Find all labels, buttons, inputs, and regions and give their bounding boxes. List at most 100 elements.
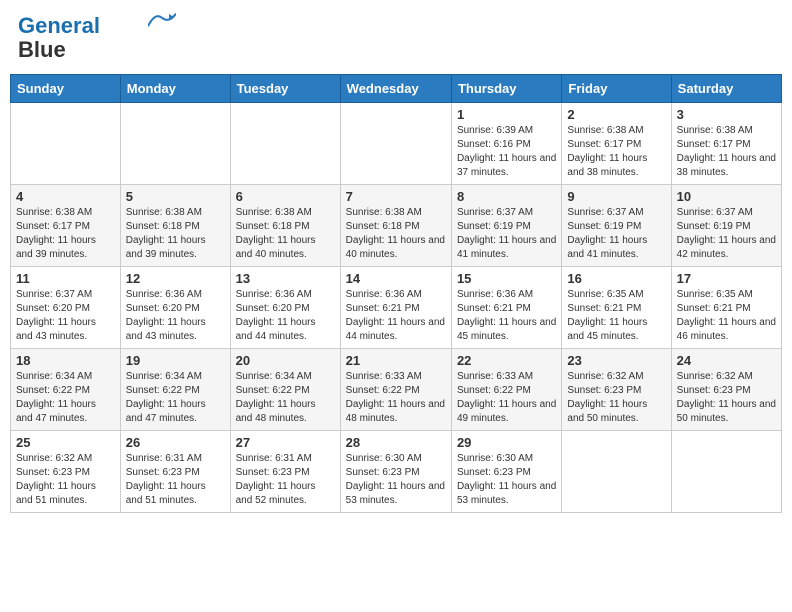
calendar-day-cell: 3 Sunrise: 6:38 AMSunset: 6:17 PMDaylight… <box>671 103 781 185</box>
day-sun-info: Sunrise: 6:38 AMSunset: 6:17 PMDaylight:… <box>677 124 776 180</box>
day-sun-info: Sunrise: 6:30 AMSunset: 6:23 PMDaylight:… <box>457 452 556 508</box>
day-number: 25 <box>16 435 115 450</box>
day-number: 19 <box>126 353 225 368</box>
calendar-day-cell: 28 Sunrise: 6:30 AMSunset: 6:23 PMDayligh… <box>340 431 451 513</box>
calendar-day-cell: 15 Sunrise: 6:36 AMSunset: 6:21 PMDayligh… <box>451 267 561 349</box>
day-sun-info: Sunrise: 6:36 AMSunset: 6:21 PMDaylight:… <box>346 288 446 344</box>
day-number: 1 <box>457 107 556 122</box>
calendar-week-row: 1 Sunrise: 6:39 AMSunset: 6:16 PMDaylight… <box>11 103 782 185</box>
calendar-week-row: 18 Sunrise: 6:34 AMSunset: 6:22 PMDayligh… <box>11 349 782 431</box>
day-sun-info: Sunrise: 6:32 AMSunset: 6:23 PMDaylight:… <box>677 370 776 426</box>
weekday-header-wednesday: Wednesday <box>340 75 451 103</box>
calendar-day-cell: 19 Sunrise: 6:34 AMSunset: 6:22 PMDayligh… <box>120 349 230 431</box>
day-sun-info: Sunrise: 6:38 AMSunset: 6:18 PMDaylight:… <box>126 206 225 262</box>
calendar-day-cell <box>11 103 121 185</box>
day-number: 27 <box>236 435 335 450</box>
day-number: 28 <box>346 435 446 450</box>
day-sun-info: Sunrise: 6:37 AMSunset: 6:19 PMDaylight:… <box>677 206 776 262</box>
day-number: 4 <box>16 189 115 204</box>
day-number: 24 <box>677 353 776 368</box>
calendar-day-cell: 16Sunrise: 6:35 AMSunset: 6:21 PMDayligh… <box>562 267 671 349</box>
day-sun-info: Sunrise: 6:38 AMSunset: 6:18 PMDaylight:… <box>236 206 335 262</box>
weekday-header-saturday: Saturday <box>671 75 781 103</box>
calendar-day-cell: 29 Sunrise: 6:30 AMSunset: 6:23 PMDayligh… <box>451 431 561 513</box>
day-number: 11 <box>16 271 115 286</box>
weekday-header-monday: Monday <box>120 75 230 103</box>
day-sun-info: Sunrise: 6:31 AMSunset: 6:23 PMDaylight:… <box>126 452 225 508</box>
day-sun-info: Sunrise: 6:36 AMSunset: 6:20 PMDaylight:… <box>236 288 335 344</box>
calendar-day-cell <box>230 103 340 185</box>
day-sun-info: Sunrise: 6:36 AMSunset: 6:20 PMDaylight:… <box>126 288 225 344</box>
day-number: 18 <box>16 353 115 368</box>
day-number: 8 <box>457 189 556 204</box>
day-sun-info: Sunrise: 6:37 AMSunset: 6:20 PMDaylight:… <box>16 288 115 344</box>
calendar-day-cell <box>671 431 781 513</box>
calendar-week-row: 11 Sunrise: 6:37 AMSunset: 6:20 PMDayligh… <box>11 267 782 349</box>
day-number: 6 <box>236 189 335 204</box>
day-number: 29 <box>457 435 556 450</box>
calendar-day-cell: 7Sunrise: 6:38 AMSunset: 6:18 PMDaylight… <box>340 185 451 267</box>
calendar-day-cell: 10 Sunrise: 6:37 AMSunset: 6:19 PMDayligh… <box>671 185 781 267</box>
day-number: 12 <box>126 271 225 286</box>
calendar-day-cell: 4Sunrise: 6:38 AMSunset: 6:17 PMDaylight… <box>11 185 121 267</box>
calendar-day-cell: 11 Sunrise: 6:37 AMSunset: 6:20 PMDayligh… <box>11 267 121 349</box>
logo-text: General <box>18 14 100 38</box>
calendar-day-cell <box>562 431 671 513</box>
day-number: 13 <box>236 271 335 286</box>
calendar-week-row: 25 Sunrise: 6:32 AMSunset: 6:23 PMDayligh… <box>11 431 782 513</box>
calendar-day-cell: 12 Sunrise: 6:36 AMSunset: 6:20 PMDayligh… <box>120 267 230 349</box>
calendar-header-row: SundayMondayTuesdayWednesdayThursdayFrid… <box>11 75 782 103</box>
calendar-day-cell: 14 Sunrise: 6:36 AMSunset: 6:21 PMDayligh… <box>340 267 451 349</box>
day-number: 21 <box>346 353 446 368</box>
calendar-day-cell: 17 Sunrise: 6:35 AMSunset: 6:21 PMDayligh… <box>671 267 781 349</box>
day-sun-info: Sunrise: 6:34 AMSunset: 6:22 PMDaylight:… <box>126 370 225 426</box>
day-number: 14 <box>346 271 446 286</box>
day-sun-info: Sunrise: 6:37 AMSunset: 6:19 PMDaylight:… <box>457 206 556 262</box>
day-sun-info: Sunrise: 6:36 AMSunset: 6:21 PMDaylight:… <box>457 288 556 344</box>
day-sun-info: Sunrise: 6:35 AMSunset: 6:21 PMDaylight:… <box>567 288 665 344</box>
calendar-day-cell: 18Sunrise: 6:34 AMSunset: 6:22 PMDayligh… <box>11 349 121 431</box>
calendar-day-cell: 24 Sunrise: 6:32 AMSunset: 6:23 PMDayligh… <box>671 349 781 431</box>
page-header: General Blue <box>10 10 782 66</box>
calendar-table: SundayMondayTuesdayWednesdayThursdayFrid… <box>10 74 782 513</box>
day-number: 15 <box>457 271 556 286</box>
day-sun-info: Sunrise: 6:35 AMSunset: 6:21 PMDaylight:… <box>677 288 776 344</box>
day-sun-info: Sunrise: 6:33 AMSunset: 6:22 PMDaylight:… <box>457 370 556 426</box>
day-number: 22 <box>457 353 556 368</box>
day-number: 26 <box>126 435 225 450</box>
day-number: 3 <box>677 107 776 122</box>
calendar-day-cell: 21Sunrise: 6:33 AMSunset: 6:22 PMDayligh… <box>340 349 451 431</box>
calendar-day-cell: 20Sunrise: 6:34 AMSunset: 6:22 PMDayligh… <box>230 349 340 431</box>
day-number: 7 <box>346 189 446 204</box>
day-sun-info: Sunrise: 6:32 AMSunset: 6:23 PMDaylight:… <box>16 452 115 508</box>
calendar-day-cell <box>340 103 451 185</box>
logo-text2: Blue <box>18 38 66 62</box>
day-sun-info: Sunrise: 6:30 AMSunset: 6:23 PMDaylight:… <box>346 452 446 508</box>
calendar-day-cell: 13 Sunrise: 6:36 AMSunset: 6:20 PMDayligh… <box>230 267 340 349</box>
calendar-day-cell: 5 Sunrise: 6:38 AMSunset: 6:18 PMDaylight… <box>120 185 230 267</box>
day-number: 17 <box>677 271 776 286</box>
calendar-day-cell <box>120 103 230 185</box>
day-sun-info: Sunrise: 6:38 AMSunset: 6:17 PMDaylight:… <box>567 124 665 180</box>
calendar-day-cell: 9 Sunrise: 6:37 AMSunset: 6:19 PMDaylight… <box>562 185 671 267</box>
weekday-header-thursday: Thursday <box>451 75 561 103</box>
calendar-day-cell: 6 Sunrise: 6:38 AMSunset: 6:18 PMDaylight… <box>230 185 340 267</box>
weekday-header-tuesday: Tuesday <box>230 75 340 103</box>
calendar-week-row: 4Sunrise: 6:38 AMSunset: 6:17 PMDaylight… <box>11 185 782 267</box>
day-sun-info: Sunrise: 6:37 AMSunset: 6:19 PMDaylight:… <box>567 206 665 262</box>
day-number: 20 <box>236 353 335 368</box>
day-sun-info: Sunrise: 6:39 AMSunset: 6:16 PMDaylight:… <box>457 124 556 180</box>
calendar-day-cell: 1 Sunrise: 6:39 AMSunset: 6:16 PMDaylight… <box>451 103 561 185</box>
logo-bird-icon <box>148 12 176 32</box>
calendar-day-cell: 22 Sunrise: 6:33 AMSunset: 6:22 PMDayligh… <box>451 349 561 431</box>
calendar-day-cell: 23Sunrise: 6:32 AMSunset: 6:23 PMDayligh… <box>562 349 671 431</box>
day-number: 9 <box>567 189 665 204</box>
day-number: 23 <box>567 353 665 368</box>
weekday-header-friday: Friday <box>562 75 671 103</box>
calendar-day-cell: 27 Sunrise: 6:31 AMSunset: 6:23 PMDayligh… <box>230 431 340 513</box>
day-number: 10 <box>677 189 776 204</box>
logo: General Blue <box>18 14 176 62</box>
day-sun-info: Sunrise: 6:31 AMSunset: 6:23 PMDaylight:… <box>236 452 335 508</box>
day-number: 5 <box>126 189 225 204</box>
weekday-header-sunday: Sunday <box>11 75 121 103</box>
